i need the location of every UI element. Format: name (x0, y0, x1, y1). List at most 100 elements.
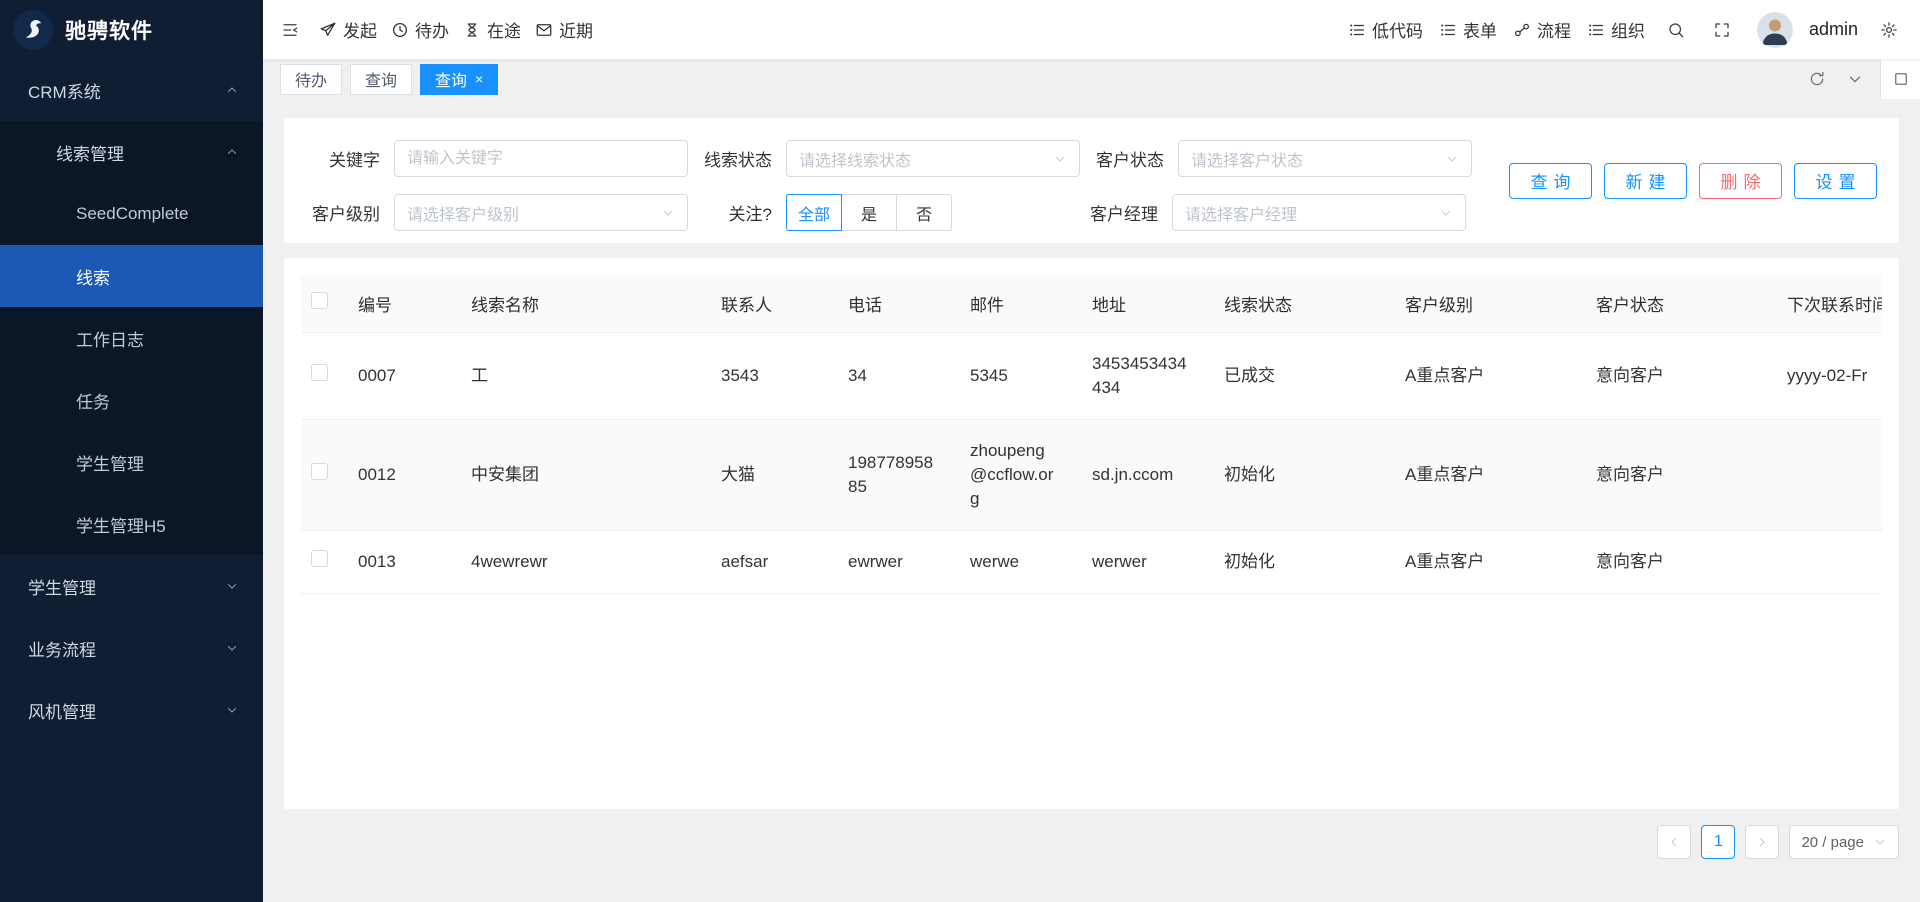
page-number-button[interactable]: 1 (1701, 825, 1736, 859)
nav-organization[interactable]: 组织 (1587, 17, 1645, 42)
tab-todo[interactable]: 待办 (280, 63, 343, 95)
table-cell (1779, 419, 1882, 531)
nav-flow[interactable]: 流程 (1513, 17, 1571, 42)
keyword-label: 关键字 (329, 151, 380, 170)
query-button[interactable]: 查询 (1509, 162, 1592, 199)
sidebar-item-label: 学生管理H5 (76, 516, 166, 536)
sidebar-item-lead-management[interactable]: 线索管理 (0, 121, 263, 183)
nav-low-code[interactable]: 低代码 (1348, 17, 1423, 42)
table-cell: 5345 (962, 332, 1084, 420)
settings-button[interactable]: 设置 (1794, 162, 1877, 199)
clock-icon (392, 22, 408, 37)
row-checkbox[interactable] (311, 549, 328, 567)
nav-label: 在途 (487, 22, 521, 41)
prev-page-button[interactable] (1657, 825, 1692, 859)
table-row: 0007 工 3543 34 5345 3453453434434 已成交 A重点客户 意向客户… (301, 332, 1882, 420)
customer-status-select[interactable]: 请选择客户状态 (1178, 140, 1472, 177)
sidebar-item-work-log[interactable]: 工作日志 (0, 307, 263, 369)
table-cell-checkbox (301, 419, 350, 531)
chevron-down-icon (228, 584, 236, 589)
username[interactable]: admin (1809, 19, 1858, 40)
column-header: 电话 (840, 275, 962, 333)
main-area: 发起 待办 在途 近期 低代码 表单 流程 组织 admin 待办 查询 查询 … (263, 0, 1920, 902)
fullscreen-icon[interactable] (1707, 15, 1737, 45)
follow-option-yes[interactable]: 是 (841, 194, 897, 231)
customer-manager-label: 客户经理 (1090, 205, 1158, 224)
customer-status-field-group: 客户状态 请选择客户状态 (1088, 140, 1472, 177)
sidebar-item-crm-system[interactable]: CRM系统 (0, 59, 263, 121)
create-button[interactable]: 新建 (1604, 162, 1687, 199)
next-page-button[interactable] (1745, 825, 1780, 859)
refresh-icon[interactable] (1804, 66, 1830, 92)
nav-todo[interactable]: 待办 (391, 17, 449, 42)
sidebar: 驰骋软件 CRM系统 线索管理 SeedComplete 线索 工作日志 任务 (0, 0, 263, 902)
nav-label: 近期 (559, 22, 593, 41)
page-size-select[interactable]: 20 / page (1789, 825, 1899, 859)
tab-query-2-active[interactable]: 查询 × (420, 63, 499, 95)
user-avatar[interactable] (1756, 11, 1793, 48)
sidebar-item-student-management[interactable]: 学生管理 (0, 555, 263, 617)
table-cell: 意向客户 (1588, 419, 1779, 531)
row-checkbox[interactable] (311, 462, 328, 480)
chevron-down-icon (228, 708, 236, 713)
swan-logo-icon (13, 9, 53, 50)
follow-option-no[interactable]: 否 (896, 194, 952, 231)
keyword-input[interactable] (394, 140, 688, 177)
table-cell-checkbox (301, 332, 350, 420)
brand: 驰骋软件 (0, 0, 263, 59)
lead-status-select[interactable]: 请选择线索状态 (786, 140, 1080, 177)
chevron-up-icon (228, 149, 236, 154)
sidebar-item-label: 线索管理 (56, 144, 124, 164)
select-placeholder: 请选择线索状态 (799, 152, 912, 170)
tab-query-1[interactable]: 查询 (350, 63, 413, 95)
sidebar-item-student-management-h5[interactable]: 学生管理H5 (0, 493, 263, 555)
filter-actions: 查询 新建 删除 设置 (1509, 162, 1877, 199)
table-cell: A重点客户 (1397, 530, 1588, 594)
nav-label: 表单 (1462, 22, 1497, 41)
table-cell: aefsar (713, 530, 840, 594)
sidebar-item-student-management-sub[interactable]: 学生管理 (0, 431, 263, 493)
filter-panel: 关键字 线索状态 请选择线索状态 客户状态 请选择客户状态 (284, 118, 1899, 243)
column-header: 客户级别 (1397, 275, 1588, 333)
column-header: 线索状态 (1216, 275, 1397, 333)
customer-manager-select[interactable]: 请选择客户经理 (1172, 194, 1466, 231)
chevron-down-icon[interactable] (1842, 66, 1868, 92)
table-cell: sd.jn.ccom (1084, 419, 1216, 531)
sidebar-collapse-icon[interactable] (275, 15, 305, 45)
delete-button[interactable]: 删除 (1699, 162, 1782, 199)
table-body: 0007 工 3543 34 5345 3453453434434 已成交 A重点客户 意向客户… (301, 332, 1882, 594)
sidebar-item-fan-management[interactable]: 风机管理 (0, 679, 263, 741)
sidebar-item-seedcomplete[interactable]: SeedComplete (0, 183, 263, 245)
row-checkbox[interactable] (311, 363, 328, 381)
table-wrap: 编号 线索名称 联系人 电话 邮件 地址 线索状态 客户级别 客户状态 下次联系… (301, 275, 1882, 594)
chevron-down-icon (1876, 840, 1884, 845)
gear-icon[interactable] (1874, 15, 1904, 45)
follow-option-all[interactable]: 全部 (786, 194, 842, 231)
list-icon (1441, 24, 1455, 35)
column-header: 客户状态 (1588, 275, 1779, 333)
send-icon (320, 22, 336, 36)
nav-label: 组织 (1610, 22, 1645, 41)
tab-close-icon[interactable]: × (475, 72, 483, 86)
sidebar-item-business-process[interactable]: 业务流程 (0, 617, 263, 679)
sidebar-item-task[interactable]: 任务 (0, 369, 263, 431)
customer-level-select[interactable]: 请选择客户级别 (394, 194, 688, 231)
nav-form[interactable]: 表单 (1439, 17, 1497, 42)
table-cell: A重点客户 (1397, 419, 1588, 531)
chevron-right-icon (1760, 838, 1765, 846)
table-cell: 大猫 (713, 419, 840, 531)
filter-row-2: 客户级别 请选择客户级别 关注? 全部 是 否 客户经理 请选择客户经理 (304, 194, 1899, 231)
column-header: 地址 (1084, 275, 1216, 333)
header-right: 低代码 表单 流程 组织 admin (1338, 11, 1904, 48)
nav-recent[interactable]: 近期 (535, 17, 593, 42)
sidebar-item-lead[interactable]: 线索 (0, 245, 263, 307)
top-header: 发起 待办 在途 近期 低代码 表单 流程 组织 admin (263, 0, 1920, 59)
search-icon[interactable] (1661, 15, 1691, 45)
maximize-icon[interactable] (1880, 59, 1920, 99)
hourglass-icon (467, 22, 477, 37)
nav-in-transit[interactable]: 在途 (463, 17, 521, 42)
column-header: 线索名称 (463, 275, 713, 333)
sidebar-item-label: 任务 (76, 392, 110, 412)
nav-initiate[interactable]: 发起 (319, 17, 377, 42)
select-all-checkbox[interactable] (311, 292, 328, 310)
